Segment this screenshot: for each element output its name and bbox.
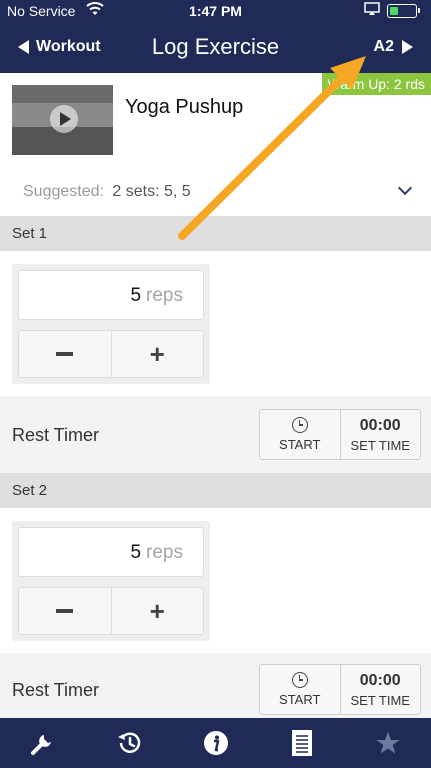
navigation-bar: No Service 1:47 PM Workout Log Exercise … bbox=[0, 0, 431, 73]
exercise-name: Yoga Pushup bbox=[125, 96, 244, 118]
clock-icon bbox=[291, 672, 308, 688]
decrement-button[interactable] bbox=[19, 588, 111, 634]
play-icon[interactable] bbox=[50, 105, 78, 133]
minus-icon bbox=[56, 352, 74, 356]
start-timer-button[interactable]: START bbox=[260, 410, 340, 459]
timer-value: 00:00 bbox=[359, 416, 401, 434]
decrement-button[interactable] bbox=[19, 331, 111, 377]
history-icon[interactable] bbox=[86, 718, 172, 768]
video-thumbnail[interactable] bbox=[12, 85, 113, 155]
rest-timer-label: Rest Timer bbox=[12, 680, 100, 700]
reps-field[interactable]: 5 reps bbox=[18, 527, 204, 577]
battery-fill bbox=[390, 7, 399, 15]
wrench-icon[interactable] bbox=[0, 718, 86, 768]
info-icon[interactable] bbox=[172, 718, 258, 768]
page-title: Log Exercise bbox=[151, 34, 280, 59]
reps-stepper: + bbox=[18, 587, 204, 635]
star-icon[interactable] bbox=[345, 718, 431, 768]
start-label: START bbox=[279, 437, 321, 452]
reps-unit: reps bbox=[146, 285, 183, 306]
reps-unit: reps bbox=[146, 542, 183, 563]
rest-timer-label: Rest Timer bbox=[12, 425, 100, 445]
plus-icon: + bbox=[149, 595, 165, 626]
suggested-label: Suggested: bbox=[23, 183, 104, 200]
next-exercise-button[interactable]: A2 bbox=[374, 38, 413, 56]
start-timer-button[interactable]: START bbox=[260, 665, 340, 714]
set-time-label: SET TIME bbox=[350, 437, 410, 453]
start-label: START bbox=[279, 692, 321, 707]
exercise-header: Yoga Pushup Warm Up: 2 rds Suggested: 2 … bbox=[0, 73, 431, 216]
reps-stepper: + bbox=[18, 330, 204, 378]
reps-field[interactable]: 5 reps bbox=[18, 270, 204, 320]
next-label: A2 bbox=[373, 38, 394, 55]
clock-icon bbox=[291, 417, 308, 433]
suggested-value: 2 sets: 5, 5 bbox=[112, 183, 191, 200]
reps-value: 5 bbox=[130, 542, 142, 563]
increment-button[interactable]: + bbox=[110, 331, 204, 377]
tab-bar bbox=[0, 718, 431, 768]
notes-icon[interactable] bbox=[259, 718, 345, 768]
rest-timer-controls: START 00:00 SET TIME bbox=[259, 409, 421, 460]
minus-icon bbox=[56, 609, 74, 613]
reps-value: 5 bbox=[130, 285, 142, 306]
battery-icon bbox=[387, 4, 420, 18]
set-time-label: SET TIME bbox=[350, 692, 410, 708]
chevron-down-icon[interactable] bbox=[397, 180, 413, 196]
set-header: Set 1 bbox=[0, 216, 431, 251]
increment-button[interactable]: + bbox=[110, 588, 204, 634]
screen-mirror-icon bbox=[364, 2, 380, 19]
set-body: 5 reps + bbox=[0, 251, 431, 396]
suggested-row[interactable]: Suggested: 2 sets: 5, 5 bbox=[23, 183, 191, 201]
set-header: Set 2 bbox=[0, 473, 431, 508]
forward-arrow-icon bbox=[402, 40, 413, 54]
warmup-badge: Warm Up: 2 rds bbox=[321, 73, 431, 95]
set-time-button[interactable]: 00:00 SET TIME bbox=[339, 665, 421, 714]
status-bar: No Service 1:47 PM bbox=[0, 0, 431, 22]
rest-timer-row: Rest Timer START 00:00 SET TIME bbox=[0, 399, 431, 469]
rest-timer-controls: START 00:00 SET TIME bbox=[259, 664, 421, 715]
reps-card: 5 reps + bbox=[12, 521, 210, 641]
timer-value: 00:00 bbox=[359, 671, 401, 689]
set-time-button[interactable]: 00:00 SET TIME bbox=[339, 410, 421, 459]
plus-icon: + bbox=[149, 338, 165, 369]
set-body: 5 reps + bbox=[0, 508, 431, 653]
reps-card: 5 reps + bbox=[12, 264, 210, 384]
rest-timer-row: Rest Timer START 00:00 SET TIME bbox=[0, 654, 431, 724]
